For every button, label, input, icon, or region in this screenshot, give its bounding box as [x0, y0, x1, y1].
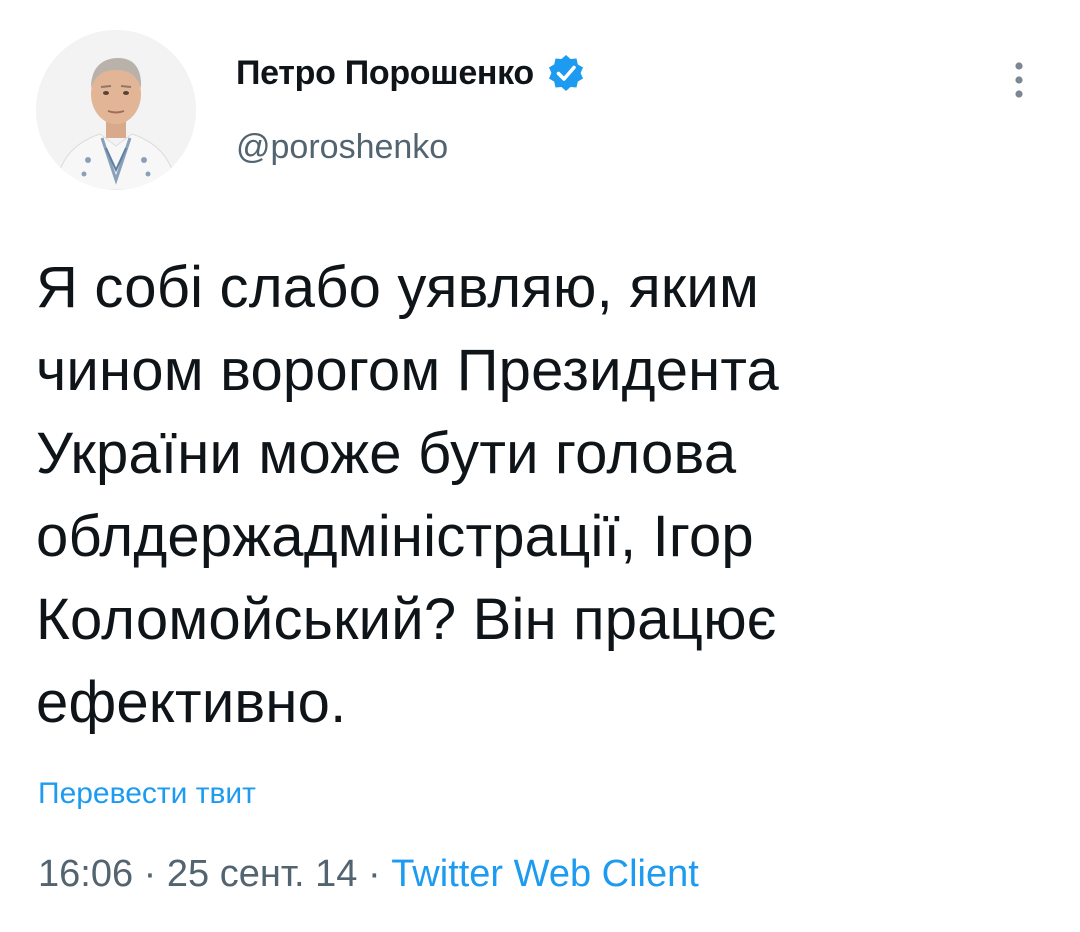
more-vertical-icon[interactable]	[1004, 58, 1034, 102]
meta-separator: ·	[143, 853, 167, 895]
verified-badge-icon	[546, 53, 586, 93]
tweet-text-line: облдержадміністрації, Ігор	[36, 504, 754, 569]
avatar[interactable]	[36, 30, 196, 190]
tweet-date[interactable]: 25 сент. 14	[167, 853, 358, 895]
tweet-metadata: 16:06 · 25 сент. 14 · Twitter Web Client	[38, 853, 699, 896]
tweet-text-line: Коломойський? Він працює	[36, 587, 777, 652]
display-name-text: Петро Порошенко	[236, 53, 534, 92]
tweet-time[interactable]: 16:06	[38, 853, 133, 895]
tweet-text-line: чином ворогом Президента	[36, 338, 779, 403]
tweet-text-line: ефективно.	[36, 670, 347, 735]
author-handle[interactable]: @poroshenko	[236, 128, 448, 167]
translate-tweet-link[interactable]: Перевести твит	[38, 777, 256, 811]
tweet-text-line: Я собі слабо уявляю, яким	[36, 255, 760, 320]
tweet-text-line: України може бути голова	[36, 421, 737, 486]
tweet-source-link[interactable]: Twitter Web Client	[391, 853, 699, 895]
avatar-photo	[36, 30, 196, 190]
meta-separator: ·	[367, 853, 392, 895]
tweet-text: Я собі слабо уявляю, яким чином ворогом …	[36, 246, 1046, 744]
display-name[interactable]: Петро Порошенко	[236, 53, 586, 93]
